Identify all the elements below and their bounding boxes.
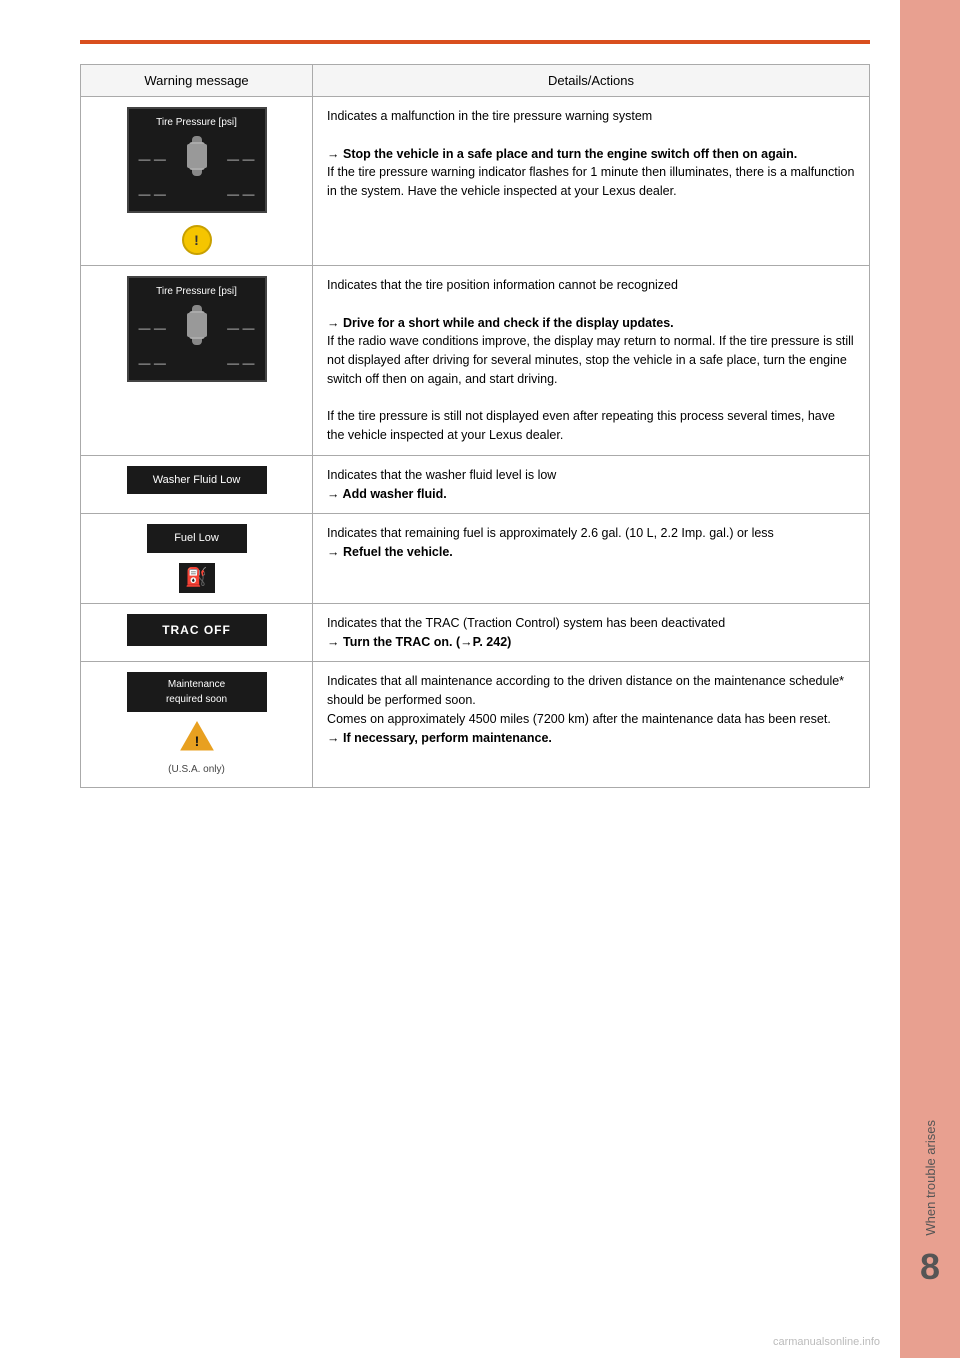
action2-tire2: If the radio wave conditions improve, th… xyxy=(327,334,854,386)
main-content: Warning message Details/Actions Tire Pre… xyxy=(0,0,900,1358)
tire-pressure-title-2: Tire Pressure [psi] xyxy=(139,284,255,299)
fuel-icon: ⛽ xyxy=(179,563,215,593)
warning-cell-maintenance: Maintenance required soon ! (U.S.A. only… xyxy=(81,662,313,788)
dash-tl2: — — xyxy=(139,319,166,337)
dash-br2: — — xyxy=(227,354,254,372)
action1-tire2: → Drive for a short while and check if t… xyxy=(327,316,674,330)
action1-tire1: → Stop the vehicle in a safe place and t… xyxy=(327,147,797,161)
action3-tire2: If the tire pressure is still not displa… xyxy=(327,409,835,442)
washer-fluid-display: Washer Fluid Low xyxy=(127,466,267,495)
svg-text:!: ! xyxy=(194,733,199,749)
dash-br: — — xyxy=(227,185,254,203)
warning-circle-1: ! xyxy=(182,225,212,255)
warning-cell-tire1: Tire Pressure [psi] — — xyxy=(81,97,313,266)
right-sidebar: When trouble arises 8 xyxy=(900,0,960,1358)
details-text-maintenance: Indicates that all maintenance according… xyxy=(327,674,844,707)
table-row: Washer Fluid Low Indicates that the wash… xyxy=(81,455,870,514)
trac-off-display: TRAC OFF xyxy=(127,614,267,646)
tire-dashes-bottom-1: — — — — xyxy=(139,185,255,203)
dash-bl2: — — xyxy=(139,354,166,372)
warning-cell-washer: Washer Fluid Low xyxy=(81,455,313,514)
action1-trac: → Turn the TRAC on. (→P. 242) xyxy=(327,635,511,649)
tire-pressure-title-1: Tire Pressure [psi] xyxy=(139,115,255,130)
car-top-icon-2 xyxy=(182,303,212,352)
col2-header: Details/Actions xyxy=(313,65,870,97)
details-cell-fuel: Indicates that remaining fuel is approxi… xyxy=(313,514,870,604)
washer-fluid-label: Washer Fluid Low xyxy=(153,474,241,486)
dash-tr: — — xyxy=(227,150,254,168)
details-text-washer: Indicates that the washer fluid level is… xyxy=(327,468,556,482)
sidebar-label: When trouble arises xyxy=(923,1120,938,1236)
orange-bar xyxy=(80,40,870,44)
fuel-low-label: Fuel Low xyxy=(174,532,219,544)
details-cell-tire1: Indicates a malfunction in the tire pres… xyxy=(313,97,870,266)
maintenance-label: Maintenance required soon xyxy=(166,679,227,705)
warning-cell-fuel: Fuel Low ⛽ xyxy=(81,514,313,604)
table-row: Tire Pressure [psi] — — xyxy=(81,266,870,456)
warning-triangle-icon: ! xyxy=(179,720,215,752)
table-row: Tire Pressure [psi] — — xyxy=(81,97,870,266)
page-wrapper: Warning message Details/Actions Tire Pre… xyxy=(0,0,960,1358)
maintenance-display: Maintenance required soon xyxy=(127,672,267,712)
details-text-tire2: Indicates that the tire position informa… xyxy=(327,278,678,292)
tire-dashes-top-2: — — — — xyxy=(139,303,255,352)
action1-washer: → Add washer fluid. xyxy=(327,487,447,501)
col1-header: Warning message xyxy=(81,65,313,97)
warning-table: Warning message Details/Actions Tire Pre… xyxy=(80,64,870,788)
warning-triangle-wrapper: ! xyxy=(179,720,215,758)
details-cell-tire2: Indicates that the tire position informa… xyxy=(313,266,870,456)
tire-dashes-top-1: — — — — xyxy=(139,134,255,183)
action2-maintenance: → If necessary, perform maintenance. xyxy=(327,731,552,745)
details-cell-maintenance: Indicates that all maintenance according… xyxy=(313,662,870,788)
details-text-fuel: Indicates that remaining fuel is approxi… xyxy=(327,526,774,540)
action1-maintenance: Comes on approximately 4500 miles (7200 … xyxy=(327,712,831,726)
fuel-low-display: Fuel Low xyxy=(147,524,247,553)
car-top-icon xyxy=(182,134,212,183)
dash-bl: — — xyxy=(139,185,166,203)
dash-tl: — — xyxy=(139,150,166,168)
details-text-tire1: Indicates a malfunction in the tire pres… xyxy=(327,109,652,123)
tire-pressure-display-2: Tire Pressure [psi] — — xyxy=(127,276,267,382)
table-row: Fuel Low ⛽ Indicates that remaining fuel… xyxy=(81,514,870,604)
table-row: Maintenance required soon ! (U.S.A. only… xyxy=(81,662,870,788)
trac-off-label: TRAC OFF xyxy=(162,623,231,637)
action1-fuel: → Refuel the vehicle. xyxy=(327,545,453,559)
tire-pressure-display-1: Tire Pressure [psi] — — xyxy=(127,107,267,213)
warning-cell-trac: TRAC OFF xyxy=(81,603,313,662)
details-cell-trac: Indicates that the TRAC (Traction Contro… xyxy=(313,603,870,662)
details-cell-washer: Indicates that the washer fluid level is… xyxy=(313,455,870,514)
action2-tire1: If the tire pressure warning indicator f… xyxy=(327,165,854,198)
warning-cell-tire2: Tire Pressure [psi] — — xyxy=(81,266,313,456)
dash-tr2: — — xyxy=(227,319,254,337)
table-row: TRAC OFF Indicates that the TRAC (Tracti… xyxy=(81,603,870,662)
tire-dashes-bottom-2: — — — — xyxy=(139,354,255,372)
watermark: carmanualsonline.info xyxy=(773,1336,880,1348)
usa-only-label: (U.S.A. only) xyxy=(95,762,298,777)
sidebar-chapter-number: 8 xyxy=(920,1246,940,1288)
details-text-trac: Indicates that the TRAC (Traction Contro… xyxy=(327,616,725,630)
